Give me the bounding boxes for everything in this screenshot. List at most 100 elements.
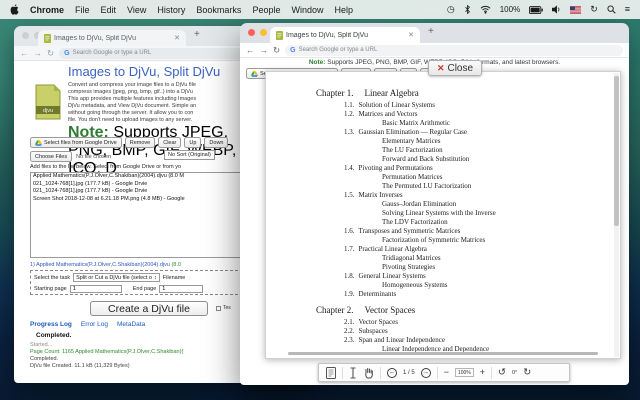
djvu-file-icon: djvu — [35, 84, 61, 120]
toc-row: 1.9. Determinants — [266, 290, 620, 299]
viewer-close-button[interactable]: ✕ Close — [428, 60, 482, 76]
toc-number: 2.2. — [344, 327, 355, 335]
input-language-flag-icon[interactable] — [570, 5, 582, 14]
log-tabs: Progress Log Error Log MetaData — [30, 321, 145, 328]
rotate-right-button[interactable]: ↻ — [523, 367, 531, 378]
battery-icon[interactable] — [529, 5, 544, 14]
close-window-button[interactable] — [22, 32, 29, 39]
next-page-button[interactable]: → — [420, 367, 431, 378]
previous-page-button[interactable]: ← — [387, 367, 397, 378]
menu-item[interactable]: File — [75, 5, 90, 15]
toc-row: 1.2. Matrices and Vectors — [266, 110, 620, 119]
new-tab-button[interactable]: + — [428, 26, 434, 37]
list-action-button[interactable]: Clear — [158, 137, 182, 148]
bluetooth-icon[interactable] — [464, 4, 471, 15]
starting-page-input[interactable] — [69, 285, 122, 293]
sync-icon[interactable]: ↻ — [590, 5, 598, 14]
page-mode-icon[interactable] — [326, 366, 336, 379]
list-action-button[interactable]: Up — [184, 137, 202, 148]
forward-nav-icon[interactable]: → — [260, 45, 269, 55]
choose-files-button[interactable]: Choose Files — [30, 151, 73, 162]
toc-text: General Linear Systems — [358, 272, 426, 280]
spotlight-search-icon[interactable] — [607, 5, 616, 14]
log-lines: Started... Page Count: 1165 Applied Mathe… — [30, 342, 183, 370]
toc-row: 2.3. Span and Linear Independence — [266, 336, 620, 345]
tab-close-icon[interactable]: ✕ — [174, 34, 180, 42]
address-bar[interactable]: G Search Google or type a URL — [285, 44, 623, 56]
toc-row: 1.3. Gaussian Elimination — Regular Case — [266, 128, 620, 137]
toc-text: Practical Linear Algebra — [358, 245, 427, 253]
menu-item[interactable]: Edit — [101, 5, 117, 15]
toc-row: Elementary Matrices — [266, 137, 620, 146]
task-label: Select the task — [34, 274, 71, 281]
browser-tab[interactable]: Images to DjVu, Split DjVu ✕ — [38, 30, 186, 46]
toc-text: Transposes and Symmetric Matrices — [358, 227, 461, 235]
log-line: Completed. — [30, 356, 59, 362]
wifi-icon[interactable] — [480, 5, 491, 14]
task-dropdown[interactable]: Split or Cut a DjVu file (select o ↕ — [73, 273, 160, 282]
log-tab[interactable]: Error Log — [81, 321, 108, 328]
reload-icon[interactable]: ↻ — [47, 48, 54, 59]
rotate-left-button[interactable]: ↺ — [498, 367, 506, 378]
browser-tab[interactable]: Images to DjVu, Split DjVu ✕ — [270, 27, 420, 43]
toc-text: Subspaces — [358, 327, 388, 335]
notification-center-icon[interactable]: ≡ — [625, 5, 630, 14]
hand-pan-icon[interactable] — [363, 367, 374, 379]
toc-number: 1.4. — [344, 164, 355, 172]
address-placeholder: Search Google or type a URL — [72, 50, 152, 56]
minimize-window-button[interactable] — [260, 29, 267, 36]
end-page-input[interactable] — [159, 285, 204, 293]
toc-row: 1.7. Practical Linear Algebra — [266, 245, 620, 254]
menu-item[interactable]: View — [127, 5, 146, 15]
reload-icon[interactable]: ↻ — [273, 45, 280, 56]
toc-row: 1.1. Solution of Linear Systems — [266, 101, 620, 110]
zoom-in-button[interactable]: + — [480, 368, 485, 377]
log-tab[interactable]: Progress Log — [30, 321, 72, 328]
horizontal-scrollbar-thumb[interactable] — [288, 352, 598, 355]
select-from-drive-button[interactable]: Select files from Google Drive — [30, 137, 122, 148]
clock-icon[interactable]: ◷ — [447, 5, 455, 14]
list-action-button[interactable]: Down — [204, 137, 229, 148]
forward-nav-icon[interactable]: → — [34, 48, 43, 58]
sort-dropdown[interactable]: No Sort (Original) — [164, 150, 215, 160]
test-checkbox[interactable] — [216, 305, 221, 311]
zoom-level: 100% — [454, 368, 474, 377]
google-drive-icon — [35, 139, 42, 146]
toc-number: 1.5. — [344, 191, 355, 199]
desktop: Chrome File Edit View History Bookmarks Peopl… — [0, 0, 640, 400]
toc-text: Vector Spaces — [358, 318, 398, 326]
toc-text: Vector Spaces — [364, 305, 416, 315]
back-nav-icon[interactable]: ← — [246, 45, 255, 55]
text-select-icon[interactable] — [349, 366, 357, 379]
toc-text: Matrices and Vectors — [358, 110, 418, 118]
menu-item[interactable]: History — [157, 5, 185, 15]
toc-number: Chapter 2. — [316, 305, 354, 315]
menu-item[interactable]: Window — [291, 5, 323, 15]
new-tab-button[interactable]: + — [194, 29, 200, 40]
toc-text: The Permuted LU Factorization — [382, 182, 472, 190]
volume-icon[interactable] — [552, 5, 561, 14]
log-tab[interactable]: MetaData — [117, 321, 145, 328]
toc-row: 1.5. Matrix Inverses — [266, 191, 620, 200]
selected-file-name[interactable]: 1) Applied Mathematics(P.J.Olver,C.Shaki… — [30, 262, 171, 268]
back-nav-icon[interactable]: ← — [20, 48, 29, 58]
list-action-button[interactable]: Remove — [124, 137, 156, 148]
djvu-favicon — [44, 33, 51, 43]
tab-close-icon[interactable]: ✕ — [408, 31, 414, 39]
toc-text: Gauss–Jordan Elimination — [382, 200, 457, 208]
toc-row: Gauss–Jordan Elimination — [266, 200, 620, 209]
toc-text: Solution of Linear Systems — [358, 101, 435, 109]
toc-text: Gaussian Elimination — Regular Case — [358, 128, 467, 136]
toc-row: Factorization of Symmetric Matrices — [266, 236, 620, 245]
close-window-button[interactable] — [248, 29, 255, 36]
zoom-out-button[interactable]: − — [444, 368, 449, 377]
vertical-scrollbar-thumb[interactable] — [614, 76, 619, 226]
menu-item[interactable]: Bookmarks — [196, 5, 241, 15]
create-djvu-button[interactable]: Create a DjVu file — [90, 301, 208, 316]
menu-item[interactable]: Help — [334, 5, 353, 15]
menu-item-chrome[interactable]: Chrome — [30, 5, 64, 15]
menu-item[interactable]: People — [252, 5, 280, 15]
description-line: without going through the server. It all… — [68, 110, 194, 116]
toc-text: The LDV Factorization — [382, 218, 448, 226]
apple-logo-icon[interactable] — [10, 4, 19, 15]
